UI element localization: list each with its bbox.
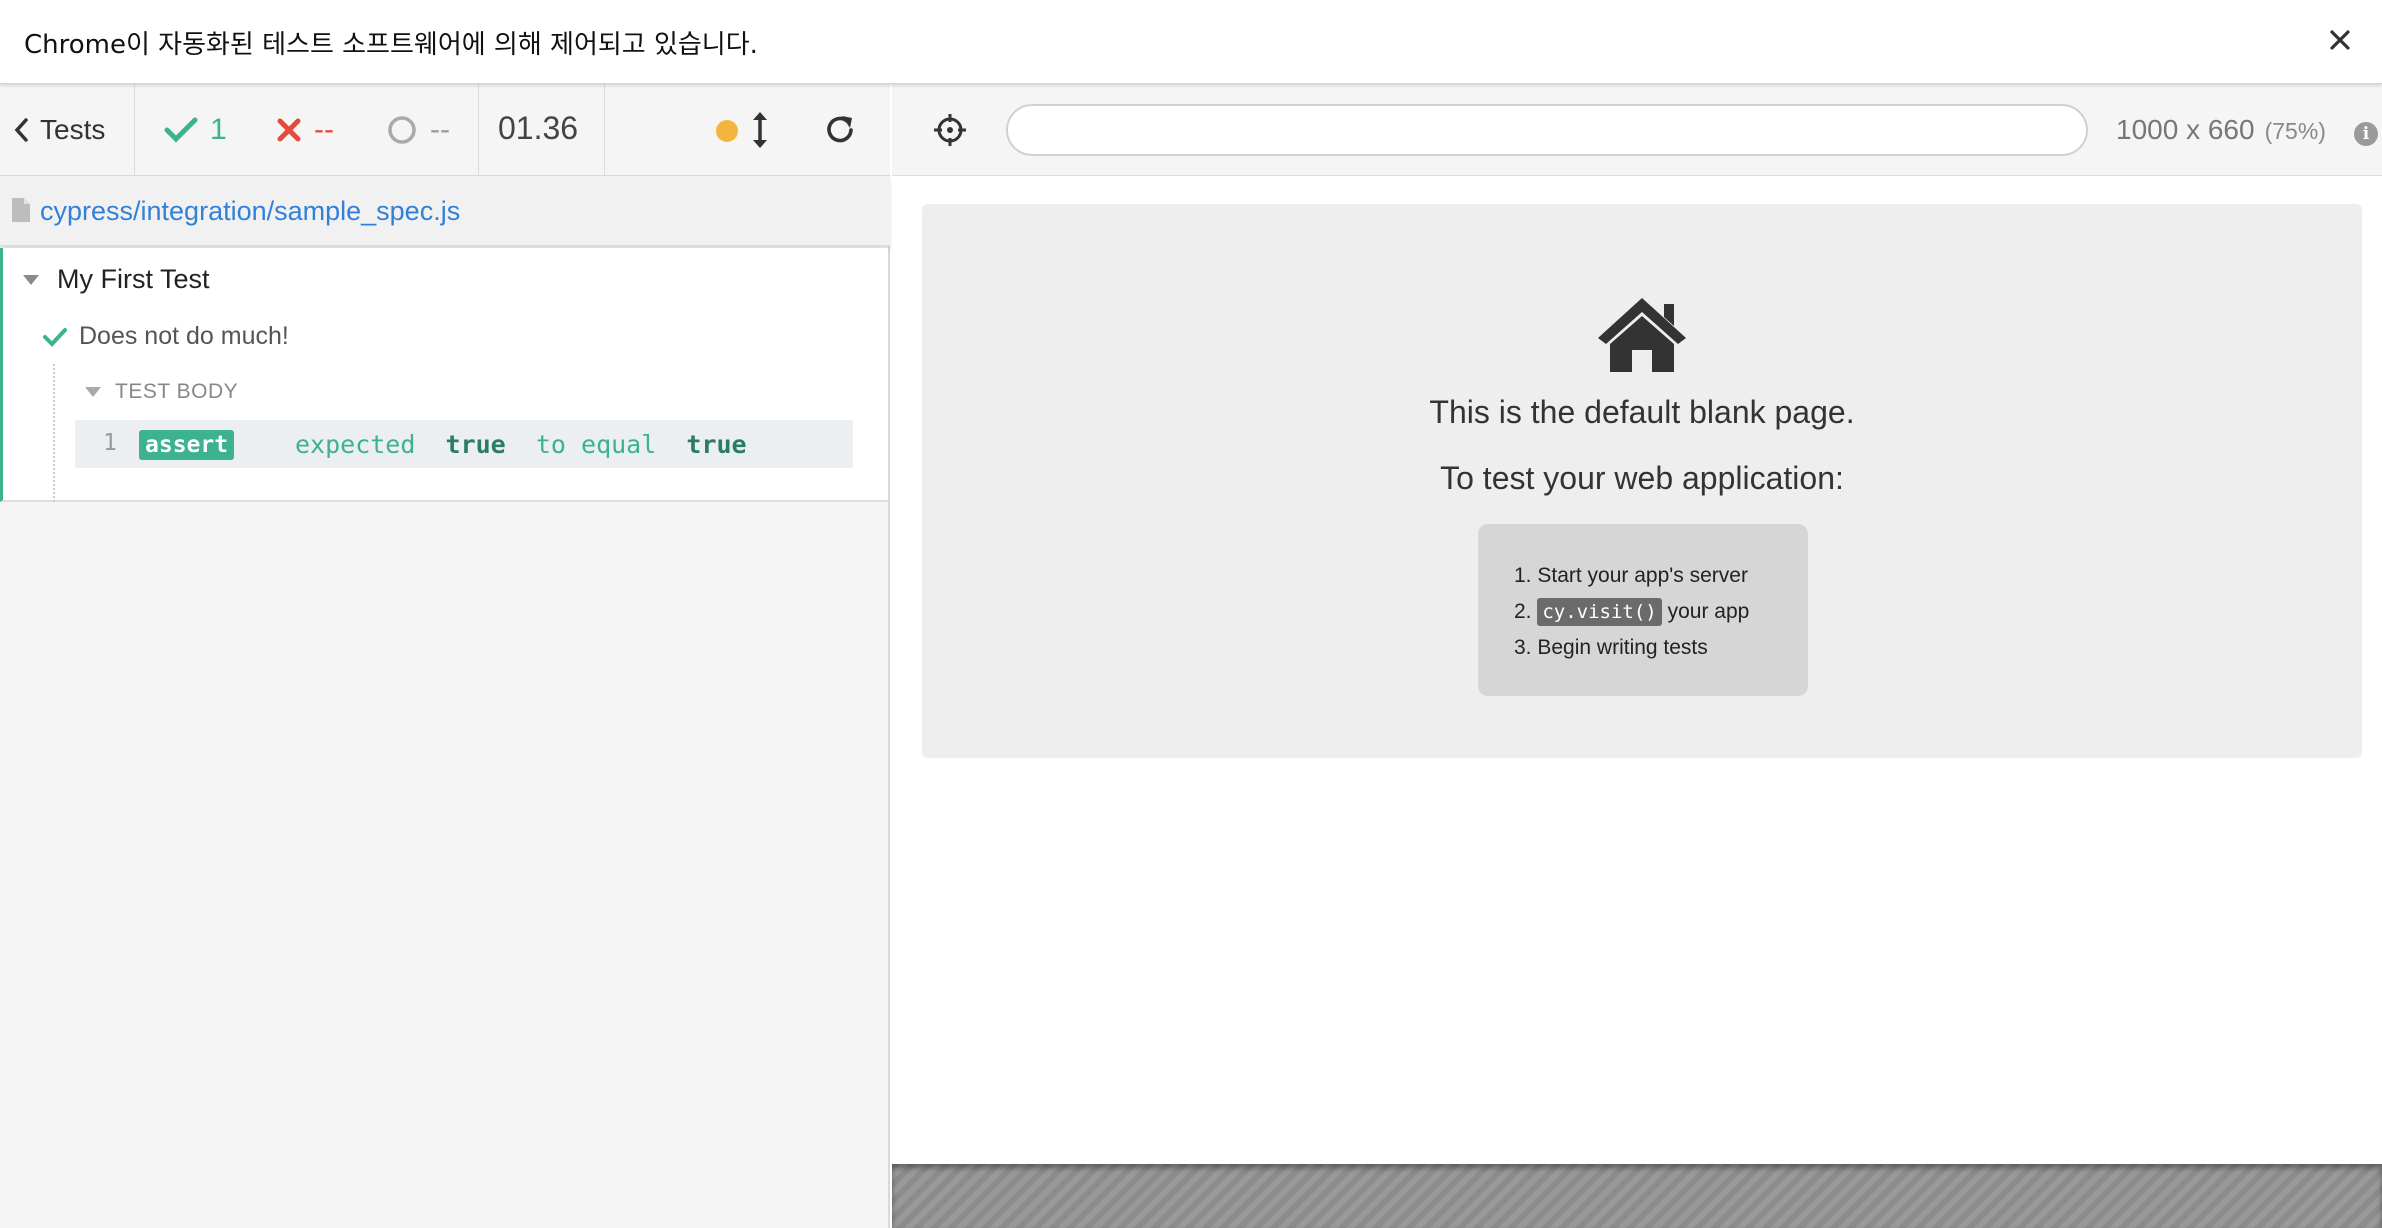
steps-box: 1. Start your app's server 2. cy.visit()… bbox=[1478, 524, 1808, 696]
reload-icon[interactable] bbox=[820, 110, 860, 150]
url-input[interactable] bbox=[1006, 104, 2088, 156]
failed-count: -- bbox=[276, 108, 334, 152]
running-indicator-dot bbox=[716, 120, 738, 142]
check-icon bbox=[164, 117, 198, 143]
viewport-overflow-stripes bbox=[892, 1164, 2382, 1228]
list-item: 2. cy.visit() your app bbox=[1514, 594, 1749, 630]
msg-value-2: true bbox=[686, 430, 747, 459]
step-text: your app bbox=[1667, 600, 1750, 623]
step-text: Start your app's server bbox=[1537, 564, 1748, 587]
viewport-scale: (75%) bbox=[2264, 118, 2326, 144]
home-icon bbox=[1598, 298, 1686, 372]
crosshair-icon[interactable] bbox=[932, 112, 968, 148]
aut-iframe: This is the default blank page. To test … bbox=[892, 176, 2382, 1164]
file-icon bbox=[12, 198, 30, 222]
suite-title-row[interactable]: My First Test bbox=[23, 264, 210, 295]
code-snippet: cy.visit() bbox=[1537, 598, 1662, 626]
blank-page-subheading: To test your web application: bbox=[1440, 460, 1844, 496]
list-item: 3. Begin writing tests bbox=[1514, 630, 1749, 666]
command-name-badge: assert bbox=[139, 430, 235, 460]
stats-bar: Tests 1 -- -- 01.36 bbox=[0, 84, 890, 176]
command-number: 1 bbox=[103, 430, 117, 456]
passed-count: 1 bbox=[164, 108, 227, 152]
spec-path-link[interactable]: cypress/integration/sample_spec.js bbox=[40, 196, 460, 227]
x-icon bbox=[277, 118, 301, 142]
list-item: 1. Start your app's server bbox=[1514, 558, 1749, 594]
step-number: 3. bbox=[1514, 636, 1532, 659]
blank-page-heading: This is the default blank page. bbox=[1429, 394, 1855, 430]
spec-file-bar: cypress/integration/sample_spec.js bbox=[0, 176, 890, 246]
tests-back-button[interactable]: Tests bbox=[12, 108, 105, 152]
automation-infobar: Chrome이 자동화된 테스트 소프트웨어에 의해 제어되고 있습니다. bbox=[0, 0, 2382, 84]
viewport-size: 1000 x 660 bbox=[2116, 114, 2255, 145]
close-icon[interactable] bbox=[2320, 20, 2360, 60]
step-text: Begin writing tests bbox=[1537, 636, 1708, 659]
viewport-info: 1000 x 660 (75%) bbox=[2116, 114, 2326, 146]
aut-header: 1000 x 660 (75%) i bbox=[892, 84, 2382, 176]
failed-value: -- bbox=[314, 113, 334, 146]
caret-down-icon bbox=[23, 274, 39, 285]
reporter-panel: Tests 1 -- -- 01.36 cypress/integration/… bbox=[0, 84, 890, 1228]
tests-label: Tests bbox=[40, 114, 106, 145]
info-icon[interactable]: i bbox=[2354, 122, 2378, 146]
default-blank-page: This is the default blank page. To test … bbox=[922, 204, 2362, 758]
pending-count: -- bbox=[386, 108, 450, 152]
divider bbox=[604, 84, 605, 176]
test-body-toggle[interactable]: TEST BODY bbox=[85, 380, 238, 404]
step-number: 2. bbox=[1514, 600, 1532, 623]
resize-icon[interactable] bbox=[748, 108, 772, 152]
msg-value-1: true bbox=[445, 430, 506, 459]
passed-value: 1 bbox=[210, 113, 227, 146]
test-title-row[interactable]: Does not do much! bbox=[43, 322, 289, 351]
test-body-label: TEST BODY bbox=[115, 380, 239, 403]
duration: 01.36 bbox=[498, 110, 579, 146]
step-number: 1. bbox=[1514, 564, 1532, 587]
command-row[interactable]: 1 assert expected true to equal true bbox=[75, 420, 853, 468]
divider bbox=[134, 84, 135, 176]
msg-to-equal: to equal bbox=[535, 430, 657, 459]
suite-title: My First Test bbox=[57, 264, 210, 294]
steps-list: 1. Start your app's server 2. cy.visit()… bbox=[1514, 558, 1749, 666]
aut-panel: 1000 x 660 (75%) i This is the default b… bbox=[892, 84, 2382, 1228]
test-title: Does not do much! bbox=[79, 322, 289, 350]
check-icon bbox=[43, 327, 67, 347]
caret-down-icon bbox=[85, 387, 101, 397]
spinner-icon bbox=[388, 116, 416, 144]
divider bbox=[478, 84, 479, 176]
command-tree-line bbox=[53, 364, 55, 502]
test-runnable: My First Test Does not do much! TEST BOD… bbox=[0, 248, 888, 502]
command-message: expected true to equal true bbox=[295, 430, 747, 459]
msg-expected: expected bbox=[295, 430, 416, 459]
infobar-message: Chrome이 자동화된 테스트 소프트웨어에 의해 제어되고 있습니다. bbox=[24, 30, 758, 60]
pending-value: -- bbox=[430, 113, 450, 146]
chevron-left-icon bbox=[14, 118, 28, 142]
